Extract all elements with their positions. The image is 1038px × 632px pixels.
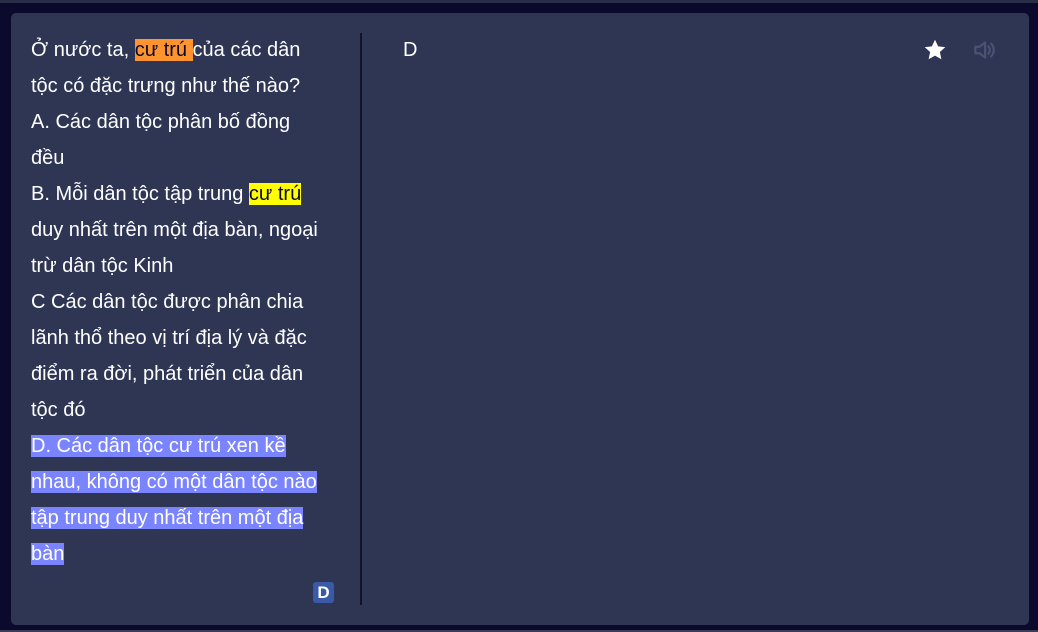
answer-badge: D <box>313 582 334 603</box>
option-b: B. Mỗi dân tộc tập trung cư trú duy nhất… <box>31 176 323 284</box>
top-border <box>0 0 1038 3</box>
question-panel: Ở nước ta, cư trú của các dân tộc có đặc… <box>31 32 323 572</box>
divider <box>360 33 362 605</box>
selected-text: D. Các dân tộc cư trú xen kề nhau, không… <box>31 435 317 565</box>
highlight-term: cư trú <box>248 183 302 205</box>
flashcard: Ở nước ta, cư trú của các dân tộc có đặc… <box>11 13 1029 625</box>
highlight-term: cư trú <box>134 39 193 61</box>
option-b-part: B. Mỗi dân tộc tập trung <box>31 183 249 205</box>
question-text: Ở nước ta, cư trú của các dân tộc có đặc… <box>31 32 323 104</box>
option-a: A. Các dân tộc phân bố đồng đều <box>31 111 291 169</box>
option-c: C Các dân tộc được phân chia lãnh thổ th… <box>31 291 307 421</box>
option-d: D. Các dân tộc cư trú xen kề nhau, không… <box>31 428 323 572</box>
answer-text: D <box>403 39 418 61</box>
speaker-icon[interactable] <box>971 37 997 63</box>
question-text-part: Ở nước ta, <box>31 39 135 61</box>
star-icon[interactable] <box>922 37 948 63</box>
option-b-part: duy nhất trên một địa bàn, ngoại trừ dân… <box>31 219 318 277</box>
